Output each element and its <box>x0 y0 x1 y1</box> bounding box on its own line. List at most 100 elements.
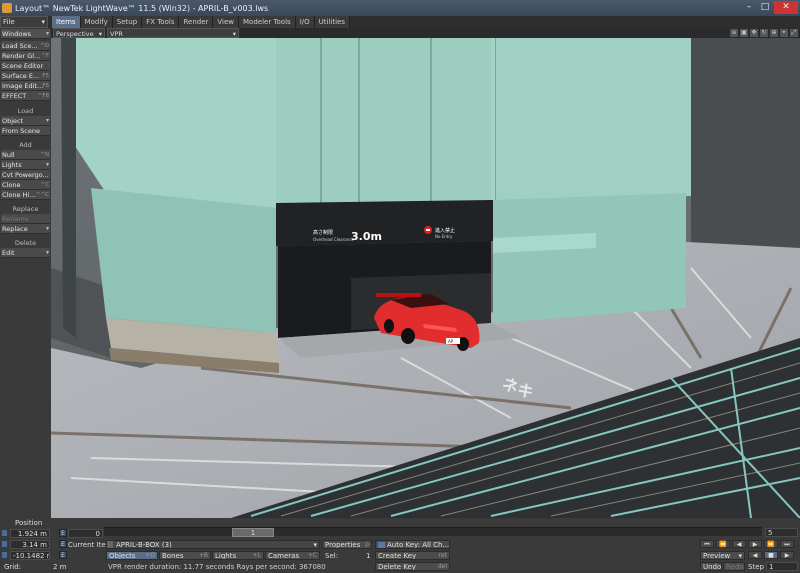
sign-entry-jp: 進入禁止 <box>435 227 455 234</box>
sign-clearance-jp: 高さ制限 <box>313 229 333 236</box>
y-axis-toggle[interactable] <box>1 540 8 548</box>
load-section-header: Load <box>17 107 34 115</box>
shortcut-hint: +B <box>198 552 208 559</box>
tab-setup[interactable]: Setup <box>112 16 143 28</box>
windows-dropdown[interactable]: Windows <box>1 29 50 39</box>
minimize-icon[interactable]: – <box>742 1 756 14</box>
next-frame-icon[interactable]: ▶ <box>748 540 762 548</box>
effect-button[interactable]: EFFECT ^F8 <box>1 91 50 101</box>
timeline-handle[interactable]: 1 <box>232 528 274 537</box>
button-label: Render Gl... <box>2 52 41 60</box>
close-icon[interactable]: ✕ <box>774 1 798 14</box>
x-axis-toggle[interactable] <box>1 529 8 537</box>
checkbox-icon <box>378 541 385 548</box>
zoom-view-icon[interactable]: ⊕ <box>770 29 778 37</box>
tab-io[interactable]: I/O <box>295 16 315 28</box>
play-backward-icon[interactable]: ◀ <box>748 551 762 559</box>
vpr-viewport[interactable]: 高さ制限 Overhead Clearance 3.0m 進入禁止 No Ent… <box>51 38 800 518</box>
tab-view[interactable]: View <box>213 16 240 28</box>
preview-dropdown[interactable]: Preview ▾ <box>700 551 745 560</box>
delete-edit-dropdown[interactable]: Edit <box>1 248 50 258</box>
auto-key-dropdown[interactable]: Auto Key: All Ch... <box>375 540 450 549</box>
button-label: Image Edit... <box>2 82 44 90</box>
menu-tab-bar: File ▾ Items Modify Setup FX Tools Render… <box>0 16 800 28</box>
end-frame-field[interactable]: 5 <box>765 528 798 537</box>
current-frame-label: 1 <box>250 529 256 537</box>
current-item-dropdown[interactable]: APRIL-B-BOX (3) ▾ <box>106 540 320 549</box>
image-editor-button[interactable]: Image Edit... F6 <box>1 81 50 91</box>
redo-button[interactable]: Redo <box>723 562 745 571</box>
go-to-end-icon[interactable]: ⏭ <box>780 540 794 548</box>
render-mode-dropdown[interactable]: VPR <box>107 28 239 39</box>
timeline-slider[interactable]: 1 <box>104 527 762 537</box>
stop-icon[interactable]: ■ <box>764 551 778 559</box>
render-globals-button[interactable]: Render Gl... ^F <box>1 51 50 61</box>
lights-mode-button[interactable]: Lights +L <box>212 551 264 560</box>
button-label: Properties <box>325 541 361 549</box>
chevron-down-icon: ▾ <box>313 541 317 549</box>
x-position-field[interactable]: 1.924 m <box>10 529 50 538</box>
maximize-viewport-icon[interactable]: ▣ <box>740 29 748 37</box>
z-position-field[interactable]: -10.1482 m <box>10 551 50 560</box>
cameras-mode-button[interactable]: Cameras +C <box>265 551 320 560</box>
bones-mode-button[interactable]: Bones +B <box>159 551 211 560</box>
button-label: Delete Key <box>378 563 416 571</box>
convert-powergons-button[interactable]: Cvt Powergo... <box>1 170 50 180</box>
step-field[interactable]: 1 <box>766 562 798 571</box>
shortcut-hint: +C <box>307 552 317 559</box>
y-position-field[interactable]: 3.14 m <box>10 540 50 549</box>
next-key-icon[interactable]: ⏩ <box>764 540 778 548</box>
previous-frame-icon[interactable]: ◀ <box>732 540 746 548</box>
objects-mode-button[interactable]: Objects +O <box>106 551 158 560</box>
surface-editor-button[interactable]: Surface E... F5 <box>1 71 50 81</box>
undo-button[interactable]: Undo <box>700 562 722 571</box>
x-envelope-button[interactable]: E <box>59 529 67 537</box>
button-label: Auto Key: All Ch... <box>387 541 450 549</box>
view-type-dropdown[interactable]: Perspective <box>53 28 105 39</box>
z-axis-toggle[interactable] <box>1 551 8 559</box>
clone-hierarchy-button[interactable]: Clone Hi... ^^C <box>1 190 50 200</box>
play-forward-icon[interactable]: ▶ <box>780 551 794 559</box>
shortcut-hint: ret <box>438 552 447 559</box>
button-label: Clone <box>2 181 21 189</box>
fit-view-icon[interactable]: ⤢ <box>790 29 798 37</box>
scene-editor-button[interactable]: Scene Editor <box>1 61 50 71</box>
window-controls: – □ ✕ <box>742 1 798 14</box>
button-label: Replace <box>2 225 28 233</box>
button-label: EFFECT <box>2 92 27 100</box>
delete-key-button[interactable]: Delete Key del <box>375 562 450 571</box>
properties-button[interactable]: Properties p <box>322 540 372 549</box>
previous-key-icon[interactable]: ⏪ <box>716 540 730 548</box>
maximize-icon[interactable]: □ <box>758 1 772 14</box>
center-view-icon[interactable]: ⌖ <box>780 29 788 37</box>
add-null-button[interactable]: Null ^N <box>1 150 50 160</box>
chevron-down-icon: ▾ <box>738 552 742 560</box>
shortcut-hint: ^N <box>40 152 49 158</box>
load-from-scene-button[interactable]: From Scene <box>1 126 50 136</box>
clone-button[interactable]: Clone ^C <box>1 180 50 190</box>
button-label: Bones <box>162 552 184 560</box>
viewport-nav-icons: ≡ ▣ ✥ ↻ ⊕ ⌖ ⤢ <box>730 29 798 37</box>
tab-modeler-tools[interactable]: Modeler Tools <box>239 16 296 28</box>
viewport-options-icon[interactable]: ≡ <box>730 29 738 37</box>
z-envelope-button[interactable]: E <box>59 551 67 559</box>
tab-fx-tools[interactable]: FX Tools <box>142 16 180 28</box>
tab-items[interactable]: Items <box>52 16 81 28</box>
rename-button[interactable]: Rename <box>1 214 50 224</box>
replace-dropdown[interactable]: Replace <box>1 224 50 234</box>
bottom-control-panel: Position 1.924 m E 3.14 m E -10.1482 m E… <box>0 518 800 573</box>
tab-modify[interactable]: Modify <box>80 16 113 28</box>
rotate-view-icon[interactable]: ↻ <box>760 29 768 37</box>
start-frame-field[interactable]: 0 <box>68 529 103 538</box>
create-key-button[interactable]: Create Key ret <box>375 551 450 560</box>
move-view-icon[interactable]: ✥ <box>750 29 758 37</box>
tab-utilities[interactable]: Utilities <box>314 16 350 28</box>
add-lights-dropdown[interactable]: Lights <box>1 160 50 170</box>
button-label: Surface E... <box>2 72 40 80</box>
go-to-start-icon[interactable]: ⏮ <box>700 540 714 548</box>
load-scene-button[interactable]: Load Sce... ^O <box>1 41 50 51</box>
y-envelope-button[interactable]: E <box>59 540 67 548</box>
load-object-dropdown[interactable]: Object <box>1 116 50 126</box>
tab-render[interactable]: Render <box>179 16 214 28</box>
file-menu-button[interactable]: File ▾ <box>0 16 48 28</box>
